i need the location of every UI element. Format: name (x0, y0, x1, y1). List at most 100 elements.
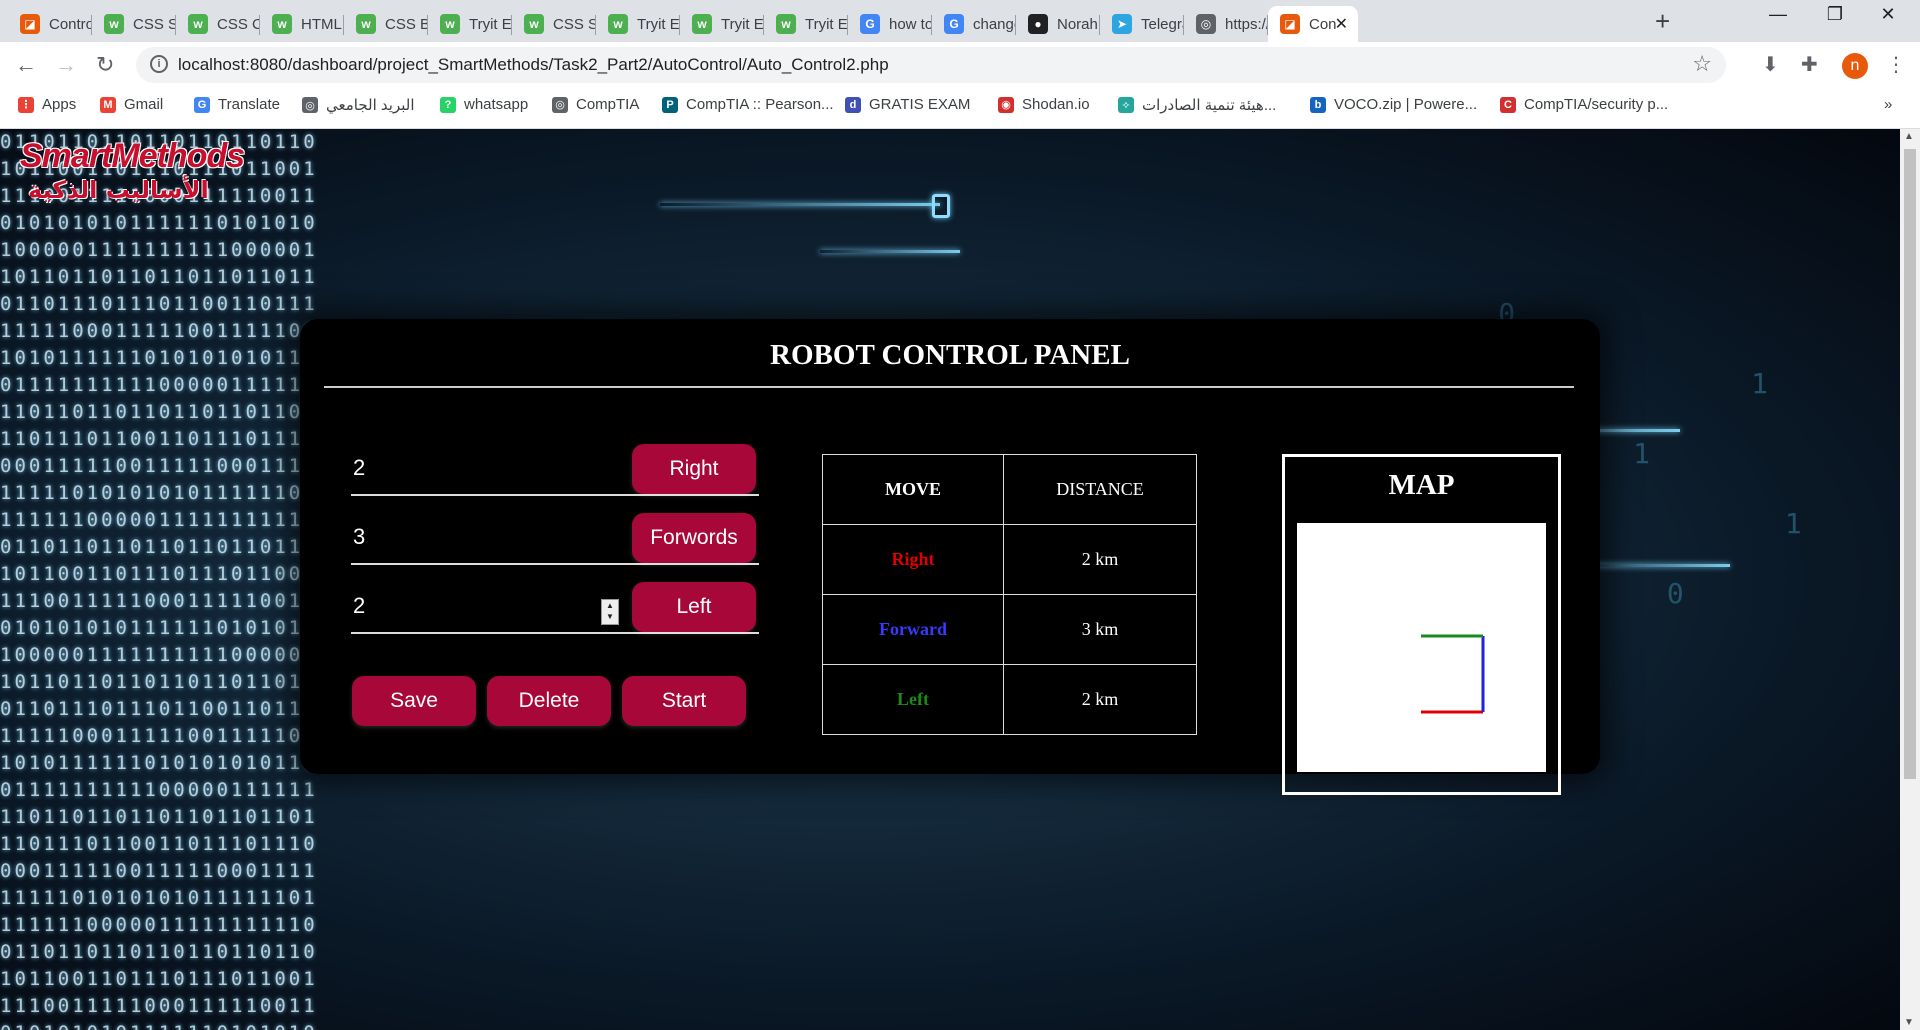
bookmark-item[interactable]: M Gmail (100, 96, 163, 113)
browser-tab[interactable]: w Tryit Ed (764, 6, 848, 42)
browser-tab[interactable]: ◪ Control (8, 6, 92, 42)
new-tab-button[interactable]: + (1655, 6, 1670, 37)
close-window-button[interactable]: ✕ (1868, 4, 1908, 25)
page-scrollbar[interactable]: ▲ ▼ (1900, 129, 1920, 1030)
moves-table: MOVE DISTANCE Right 2 km Forward 3 km Left 2 … (822, 454, 1197, 735)
extensions-puzzle-icon[interactable]: ✚ (1801, 52, 1818, 77)
tab-favicon-icon: ◪ (1280, 14, 1300, 34)
number-spinner[interactable]: ▲ ▼ (601, 599, 619, 625)
left-distance-input[interactable] (351, 580, 636, 634)
browser-tab[interactable]: w CSS Sty (92, 6, 176, 42)
move-cell: Right (822, 524, 1004, 595)
map-canvas (1297, 523, 1546, 772)
forward-icon[interactable]: → (55, 52, 77, 78)
browser-tab[interactable]: Gchange (932, 6, 1016, 42)
bookmark-favicon-icon: b (1310, 96, 1326, 113)
bookmark-item[interactable]: G Translate (194, 96, 280, 113)
bookmarks-bar: ⋮ Apps M Gmail G Translate ◎ البريد الجامعي? wha… (0, 88, 1920, 129)
bookmark-label: CompTIA/security p... (1524, 96, 1669, 113)
tab-favicon-icon: ● (1028, 14, 1048, 34)
browser-tab[interactable]: ◪ Con ✕ (1268, 6, 1358, 42)
bookmark-label: GRATIS EXAM (869, 96, 971, 113)
right-distance-input[interactable] (351, 442, 636, 496)
browser-tab[interactable]: ◎ https:// (1184, 6, 1268, 42)
bookmark-favicon-icon: ? (440, 96, 456, 113)
tab-favicon-icon: ◪ (20, 14, 40, 34)
tab-title: CSS Col (217, 15, 260, 33)
move-cell: Left (822, 664, 1004, 735)
browser-tab[interactable]: w CSS Col (176, 6, 260, 42)
browser-tab[interactable]: ➤ Telegra (1100, 6, 1184, 42)
tab-favicon-icon: w (104, 14, 124, 34)
tab-favicon-icon: w (272, 14, 292, 34)
url-text[interactable]: localhost:8080/dashboard/project_SmartMe… (178, 55, 889, 75)
bookmark-item[interactable]: C CompTIA/security p... (1500, 96, 1668, 113)
tab-title: NorahF (1057, 15, 1100, 33)
start-button[interactable]: Start (622, 676, 746, 726)
bookmark-item[interactable]: d GRATIS EXAM (845, 96, 970, 113)
address-bar[interactable]: i localhost:8080/dashboard/project_Smart… (136, 47, 1726, 83)
tab-title: change (973, 15, 1016, 33)
bookmark-label: Shodan.io (1022, 96, 1090, 113)
scroll-down-icon[interactable]: ▼ (1904, 1017, 1914, 1028)
circuit-node (932, 194, 950, 218)
browser-tab[interactable]: w CSS Sty (512, 6, 596, 42)
bookmark-item[interactable]: ◎ البريد الجامعي (302, 96, 415, 114)
tab-title: Tryit Ed (721, 15, 764, 33)
browser-tab[interactable]: w HTML C (260, 6, 344, 42)
tab-favicon-icon: w (692, 14, 712, 34)
tab-favicon-icon: ◎ (1196, 14, 1216, 34)
save-button[interactable]: Save (352, 676, 476, 726)
bookmark-item[interactable]: ◉ Shodan.io (998, 96, 1090, 113)
distance-cell: 3 km (1003, 594, 1197, 665)
table-header-row: MOVE DISTANCE (822, 454, 1197, 525)
right-input-row: Right (351, 442, 759, 498)
browser-tab[interactable]: w Tryit Ed (680, 6, 764, 42)
browser-tab[interactable]: Ghow to (848, 6, 932, 42)
minimize-button[interactable]: — (1758, 4, 1798, 25)
tab-close-icon[interactable]: ✕ (1335, 14, 1348, 34)
forward-distance-input[interactable] (351, 511, 636, 565)
bookmark-label: CompTIA (576, 96, 640, 113)
bookmark-item[interactable]: ? whatsapp (440, 96, 528, 113)
maximize-button[interactable]: ❐ (1815, 4, 1855, 25)
bookmark-label: CompTIA :: Pearson... (686, 96, 834, 113)
back-icon[interactable]: ← (15, 52, 37, 78)
bookmark-item[interactable]: b VOCO.zip | Powere... (1310, 96, 1477, 113)
right-button[interactable]: Right (632, 444, 756, 494)
bookmarks-overflow-icon[interactable]: » (1884, 96, 1892, 113)
browser-tab[interactable]: w CSS Bor (344, 6, 428, 42)
forward-button[interactable]: Forwords (632, 513, 756, 563)
bookmark-label: whatsapp (464, 96, 529, 113)
tab-favicon-icon: G (944, 14, 964, 34)
download-extension-icon[interactable]: ⬇ (1762, 52, 1779, 77)
bookmark-item[interactable]: ◎ CompTIA (552, 96, 639, 113)
bookmark-star-icon[interactable]: ☆ (1692, 51, 1712, 77)
profile-avatar[interactable]: n (1842, 53, 1868, 79)
bookmark-label: VOCO.zip | Powere... (1334, 96, 1478, 113)
browser-tab[interactable]: w Tryit Ed (428, 6, 512, 42)
left-button[interactable]: Left (632, 582, 756, 632)
bookmark-favicon-icon: ◎ (552, 96, 568, 113)
page-viewport: 0110110110110110110110 10110011011101110… (0, 129, 1900, 1030)
bookmark-item[interactable]: ⋮ Apps (18, 96, 76, 113)
scroll-thumb[interactable] (1904, 149, 1916, 779)
bookmark-item[interactable]: P CompTIA :: Pearson... (662, 96, 834, 113)
bookmark-favicon-icon: ✧ (1118, 97, 1134, 113)
tab-favicon-icon: w (356, 14, 376, 34)
browser-tab[interactable]: ● NorahF (1016, 6, 1100, 42)
browser-toolbar: ← → ↻ i localhost:8080/dashboard/project… (0, 42, 1920, 88)
tab-favicon-icon: w (440, 14, 460, 34)
tab-favicon-icon: w (776, 14, 796, 34)
delete-button[interactable]: Delete (487, 676, 611, 726)
tab-favicon-icon: w (188, 14, 208, 34)
bookmark-item[interactable]: ✧ هيئة تنمية الصادرات... (1118, 96, 1276, 114)
browser-menu-icon[interactable]: ⋮ (1886, 52, 1906, 77)
logo-arabic-text: الأساليب الذكية (28, 176, 209, 204)
browser-tab[interactable]: w Tryit Ed (596, 6, 680, 42)
tab-favicon-icon: G (860, 14, 880, 34)
site-info-icon[interactable]: i (150, 55, 168, 73)
distance-cell: 2 km (1003, 524, 1197, 595)
reload-icon[interactable]: ↻ (96, 52, 114, 78)
scroll-up-icon[interactable]: ▲ (1904, 131, 1914, 142)
